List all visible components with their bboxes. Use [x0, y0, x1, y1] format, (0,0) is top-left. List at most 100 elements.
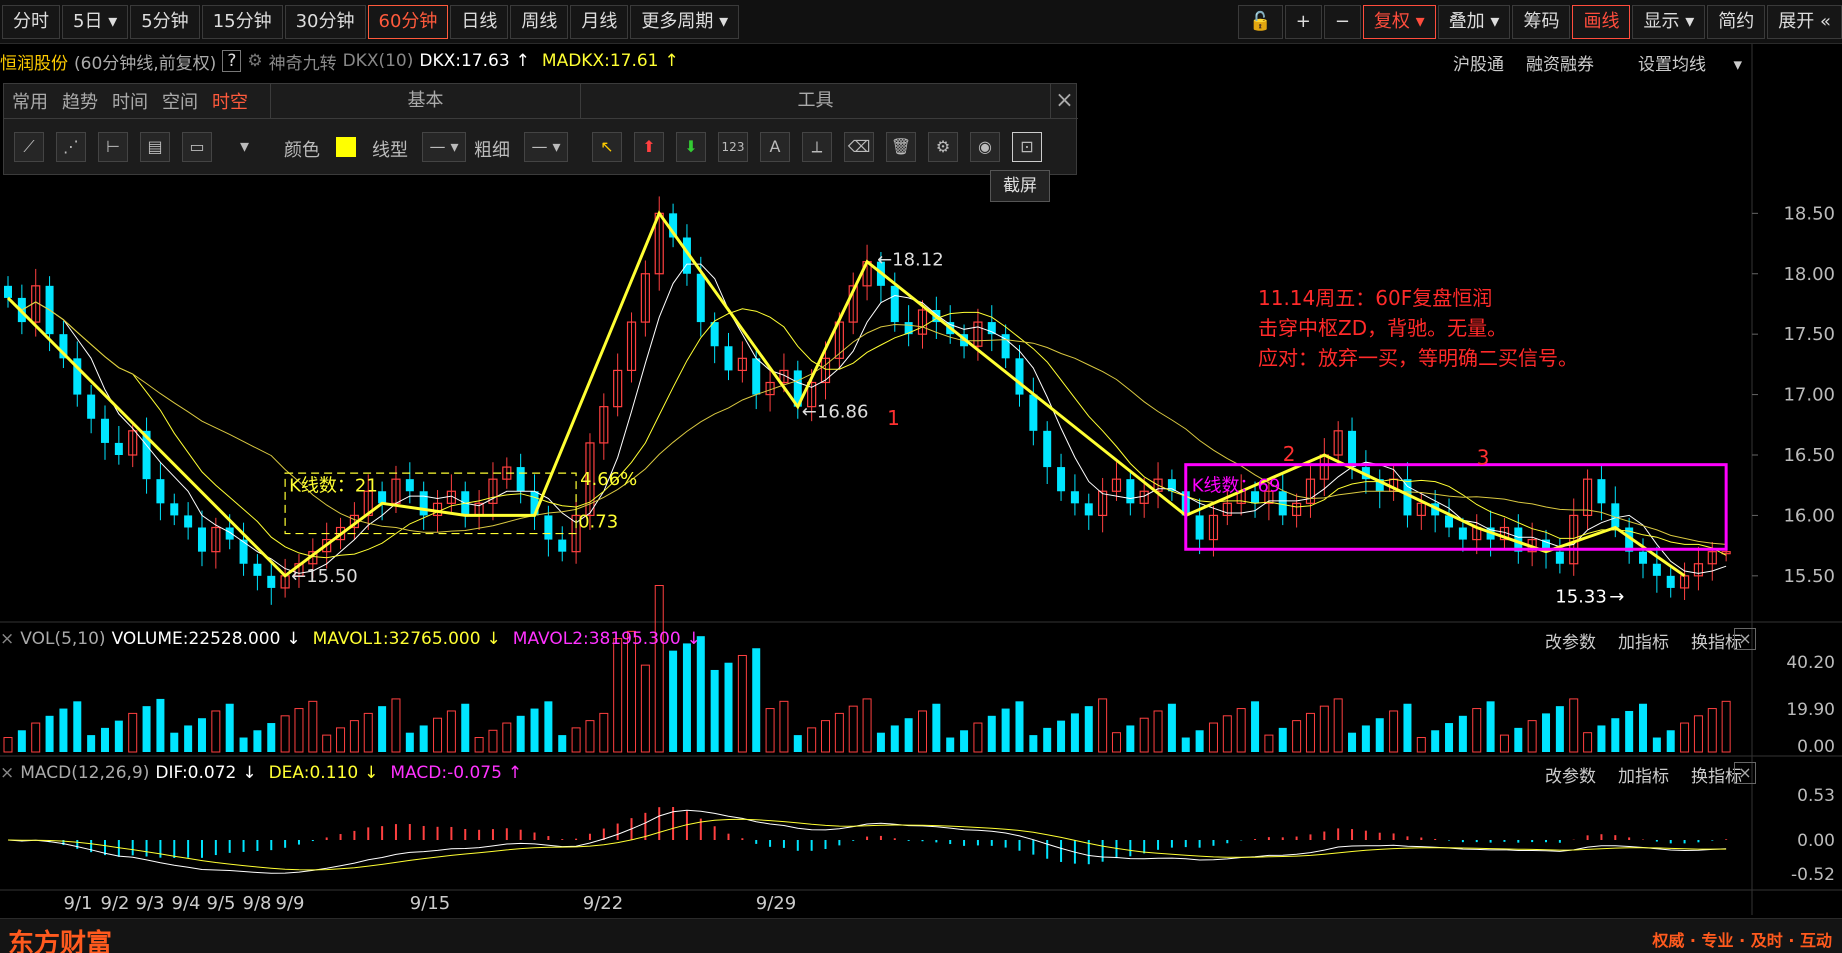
- candle-body: [1057, 467, 1066, 492]
- close-icon[interactable]: ×: [0, 629, 14, 649]
- volume-bar: [571, 727, 581, 753]
- close-icon[interactable]: ×: [1050, 84, 1078, 118]
- volume-bar: [848, 705, 858, 753]
- brand-slogan: 权威 · 专业 · 及时 · 互动: [1652, 931, 1832, 950]
- volume-bar: [1167, 703, 1176, 752]
- volume-bar: [917, 710, 927, 753]
- volume-bar: [1333, 698, 1343, 753]
- volume-bar: [239, 737, 248, 752]
- volume-bar: [294, 708, 304, 753]
- candle-body: [558, 539, 567, 552]
- volume-bar: [45, 715, 54, 752]
- parallel-lines-icon[interactable]: ▤: [140, 132, 170, 162]
- x-tick-label: 9/5: [207, 893, 236, 914]
- candle-body: [987, 322, 996, 335]
- panel-divider: [4, 118, 1078, 119]
- volume-bar: [1181, 737, 1190, 752]
- volume-bar: [876, 732, 885, 752]
- text-icon[interactable]: A: [760, 132, 790, 162]
- macd-tools: 改参数 加指标 换指标: [1523, 762, 1742, 787]
- volume-bar: [1555, 706, 1564, 752]
- volume-bar: [3, 737, 13, 753]
- volume-bar: [267, 723, 276, 752]
- thickness-select[interactable]: — ▾: [524, 132, 568, 162]
- arrow-down-icon: ↓: [686, 629, 701, 649]
- volume-bar: [1639, 703, 1648, 752]
- vol-edit-params[interactable]: 改参数: [1545, 628, 1596, 653]
- color-swatch[interactable]: [336, 137, 356, 157]
- volume-bar: [1222, 715, 1232, 753]
- candle-body: [1611, 503, 1620, 528]
- ruler-icon[interactable]: ⟂: [802, 132, 832, 162]
- candle-body: [405, 479, 414, 492]
- volume-bar: [1597, 725, 1606, 752]
- candle-body: [378, 491, 387, 504]
- price-label-mid: ←16.86: [802, 402, 869, 423]
- fan-line-icon[interactable]: ⟋: [14, 132, 44, 162]
- volume-bar: [17, 730, 26, 752]
- vol-value: VOLUME:22528.000 ↓: [112, 629, 307, 649]
- number-label-icon[interactable]: 123: [718, 132, 748, 162]
- candle-body: [890, 285, 899, 323]
- volume-bar: [737, 654, 747, 753]
- candle-body: [1167, 479, 1176, 492]
- volume-bar: [1098, 698, 1108, 753]
- vol-add-indicator[interactable]: 加指标: [1618, 628, 1669, 653]
- period-line-icon[interactable]: ⊢: [98, 132, 128, 162]
- tab-trend[interactable]: 趋势: [62, 88, 98, 114]
- tab-time[interactable]: 时间: [112, 88, 148, 114]
- close-icon[interactable]: ×: [1734, 628, 1756, 650]
- tool-section-title: 工具: [580, 84, 1050, 118]
- candle-body: [197, 527, 206, 552]
- volume-bar: [1666, 730, 1675, 752]
- macd-add-indicator[interactable]: 加指标: [1618, 762, 1669, 787]
- candle-body: [1084, 503, 1093, 516]
- arrow-up-icon[interactable]: ⬆: [634, 132, 664, 162]
- volume-bar: [1499, 734, 1509, 753]
- gear-icon[interactable]: ⚙: [928, 132, 958, 162]
- volume-bar: [752, 648, 761, 752]
- speed-fan-icon[interactable]: ⋰: [56, 132, 86, 162]
- tab-space[interactable]: 空间: [162, 88, 198, 114]
- volume-bar: [1611, 718, 1620, 752]
- candle-body: [544, 515, 553, 540]
- tab-common[interactable]: 常用: [12, 88, 48, 114]
- draw-tool-panel: 常用 趋势 时间 空间 时空 基本 工具 × ⟋ ⋰ ⊢ ▤ ▭ ▾ 颜色 线型…: [3, 83, 1078, 175]
- trash-icon[interactable]: 🗑: [886, 132, 916, 162]
- candle-body: [267, 575, 276, 588]
- y-tick-label: 17.50: [1783, 324, 1835, 345]
- line-type-select[interactable]: — ▾: [422, 132, 466, 162]
- macd-edit-params[interactable]: 改参数: [1545, 762, 1596, 787]
- screenshot-icon[interactable]: ⊡: [1012, 132, 1042, 162]
- close-icon[interactable]: ×: [0, 763, 14, 783]
- arrow-down-icon[interactable]: ⬇: [676, 132, 706, 162]
- seg-label: 3: [1477, 446, 1490, 470]
- eye-icon[interactable]: ◉: [970, 132, 1000, 162]
- volume-bar: [225, 703, 234, 752]
- eraser-icon[interactable]: ⌫: [844, 132, 874, 162]
- candle-body: [1597, 479, 1606, 504]
- tab-timespace[interactable]: 时空: [212, 88, 248, 114]
- volume-bar: [1305, 712, 1315, 753]
- more-tools-icon[interactable]: ▾: [240, 136, 249, 157]
- volume-bar: [1084, 706, 1093, 752]
- dea-value-text: DEA:0.110: [268, 763, 359, 783]
- annotation-text: 击穿中枢ZD，背驰。无量。: [1258, 316, 1507, 340]
- x-tick-label: 9/2: [101, 893, 130, 914]
- volume-bar: [488, 729, 498, 753]
- volume-tools: 改参数 加指标 换指标: [1523, 628, 1742, 653]
- cursor-icon[interactable]: ↖: [592, 132, 622, 162]
- price-label-low: ←15.50: [291, 566, 358, 587]
- mavol2-value: MAVOL2:38195.300 ↓: [513, 629, 707, 649]
- rectangle-icon[interactable]: ▭: [182, 132, 212, 162]
- close-icon[interactable]: ×: [1734, 762, 1756, 784]
- y-tick-label: 16.50: [1783, 445, 1835, 466]
- volume-bar: [1431, 730, 1440, 752]
- volume-bar: [1126, 725, 1135, 752]
- volume-bar: [530, 708, 539, 752]
- zigzag-stroke: [6, 210, 1686, 578]
- pivot-box-ratio: 0.73: [578, 512, 618, 533]
- x-tick-label: 9/4: [172, 893, 201, 914]
- price-label-high: ←18.12: [877, 249, 944, 270]
- volume-bar: [1319, 705, 1329, 753]
